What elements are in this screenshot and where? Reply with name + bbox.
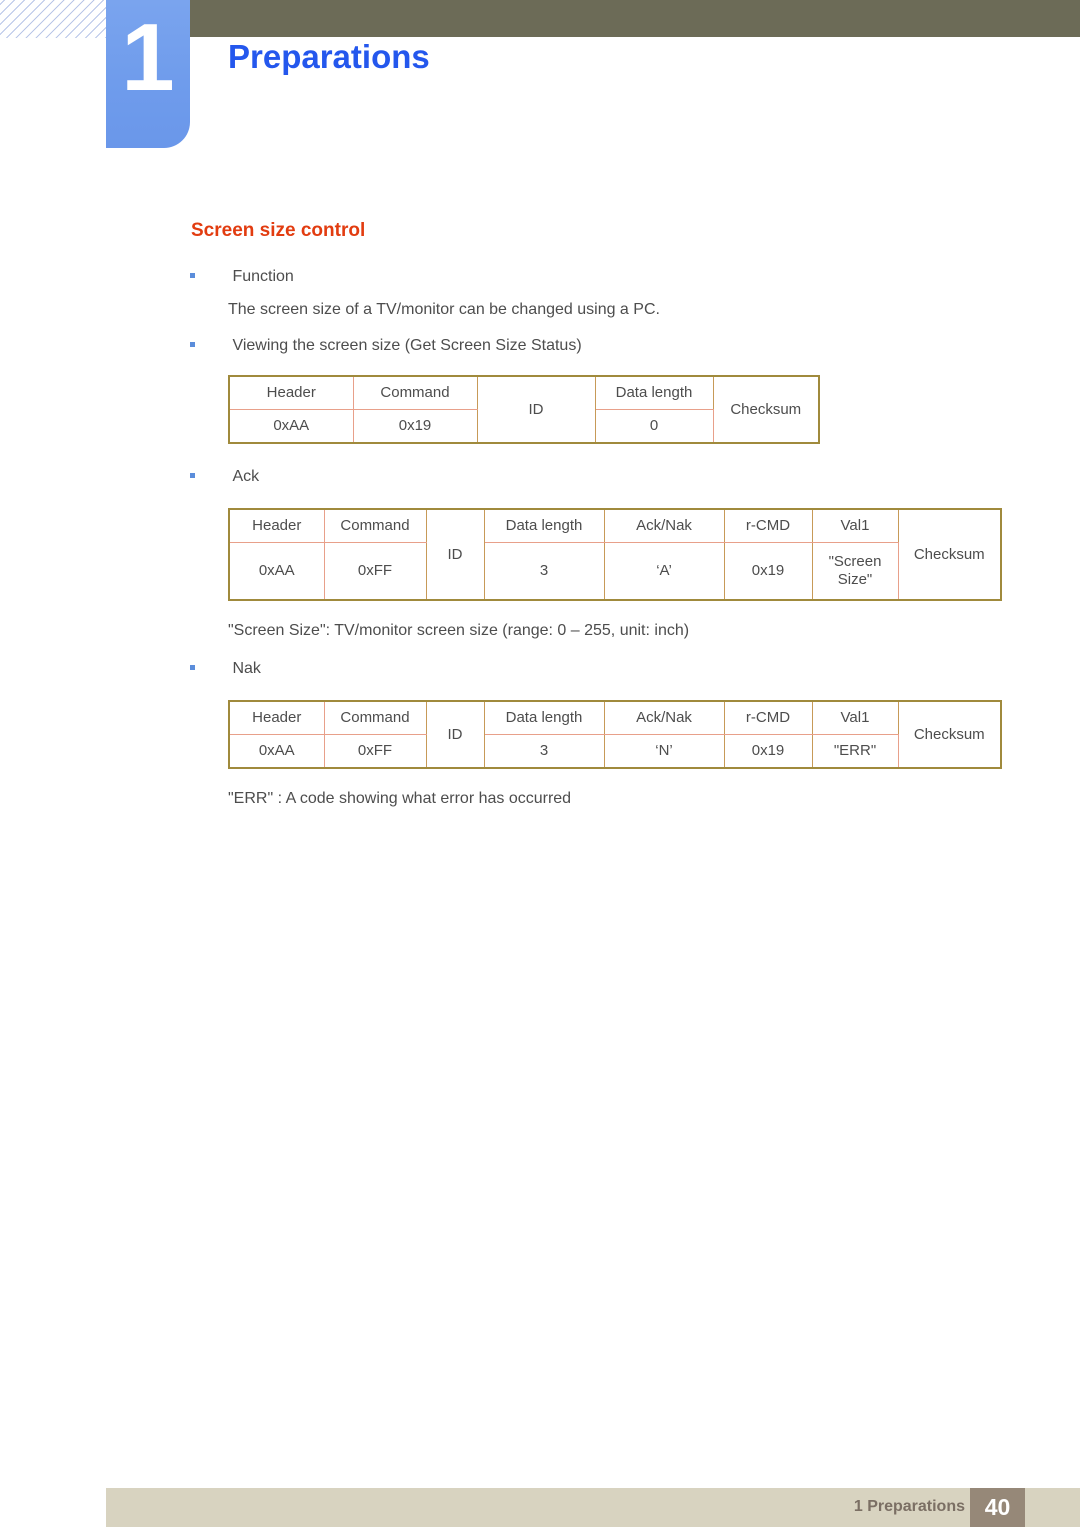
cell-checksum: Checksum xyxy=(897,700,1002,769)
screen-size-note: "Screen Size": TV/monitor screen size (r… xyxy=(228,622,690,639)
bullet-label: Viewing the screen size (Get Screen Size… xyxy=(232,337,582,354)
olive-header-bar xyxy=(190,0,1080,37)
bullet-label: Function xyxy=(232,268,294,285)
cell-value-val1: "Screen Size" xyxy=(811,542,899,601)
table-row: Header Command ID Data length Checksum xyxy=(228,375,820,444)
page-header: 1 Preparations xyxy=(0,0,1080,160)
cell-value-header: 0xAA xyxy=(228,734,325,769)
footer-page-number: 40 xyxy=(970,1488,1025,1527)
cell-value-data-length: 3 xyxy=(483,542,605,601)
bullet-dot-icon xyxy=(190,473,195,478)
cell-id: ID xyxy=(476,375,596,444)
bullet-dot-icon xyxy=(190,665,195,670)
err-note: "ERR" : A code showing what error has oc… xyxy=(228,790,572,807)
bullet-dot-icon xyxy=(190,342,195,347)
bullet-dot-icon xyxy=(190,273,195,278)
cell-header-header: Header xyxy=(228,508,325,543)
section-heading: Screen size control xyxy=(191,220,366,241)
cell-value-ack-nak: ‘A’ xyxy=(603,542,725,601)
cell-value-data-length: 0 xyxy=(594,409,714,444)
cell-header-ack-nak: Ack/Nak xyxy=(603,508,725,543)
cell-value-header: 0xAA xyxy=(228,409,354,444)
hatch-decoration xyxy=(0,0,106,38)
cell-header-data-length: Data length xyxy=(594,375,714,410)
cell-value-command: 0xFF xyxy=(323,734,427,769)
function-description: The screen size of a TV/monitor can be c… xyxy=(228,301,660,318)
cell-value-ack-nak: ‘N’ xyxy=(603,734,725,769)
cell-header-command: Command xyxy=(323,508,427,543)
cell-checksum: Checksum xyxy=(712,375,820,444)
cell-header-command: Command xyxy=(323,700,427,735)
cell-value-data-length: 3 xyxy=(483,734,605,769)
cell-value-r-cmd: 0x19 xyxy=(723,542,813,601)
table-row: 0xAA 0xFF 3 ‘A’ 0x19 "Screen Size" xyxy=(228,542,1001,601)
table-row: 0xAA 0xFF 3 ‘N’ 0x19 "ERR" xyxy=(228,734,1001,769)
page-footer: 1 Preparations 40 xyxy=(106,1488,1080,1527)
cell-header-command: Command xyxy=(352,375,478,410)
table-nak: Header Command ID Data length Ack/Nak r-… xyxy=(228,700,1002,769)
bullet-item-viewing: Viewing the screen size (Get Screen Size… xyxy=(190,337,582,355)
cell-header-val1: Val1 xyxy=(811,700,899,735)
cell-header-ack-nak: Ack/Nak xyxy=(603,700,725,735)
table-row: Header Command ID Data length Ack/Nak r-… xyxy=(228,508,1002,601)
cell-id: ID xyxy=(425,508,485,601)
cell-header-data-length: Data length xyxy=(483,700,605,735)
cell-checksum: Checksum xyxy=(897,508,1002,601)
cell-id: ID xyxy=(425,700,485,769)
bullet-label: Nak xyxy=(232,660,261,677)
bullet-item-ack: Ack xyxy=(190,468,259,486)
cell-header-val1: Val1 xyxy=(811,508,899,543)
footer-chapter-label: 1 Preparations xyxy=(853,1498,965,1515)
page-title: Preparations xyxy=(228,38,430,75)
table-row: Header Command ID Data length Ack/Nak r-… xyxy=(228,700,1002,769)
cell-header-header: Header xyxy=(228,700,325,735)
cell-value-r-cmd: 0x19 xyxy=(723,734,813,769)
chapter-tab: 1 xyxy=(106,0,190,148)
cell-header-data-length: Data length xyxy=(483,508,605,543)
cell-value-command: 0x19 xyxy=(352,409,478,444)
table-get-screen-size-status: Header Command ID Data length Checksum 0… xyxy=(228,375,820,444)
cell-value-command: 0xFF xyxy=(323,542,427,601)
cell-header-header: Header xyxy=(228,375,354,410)
bullet-item-function: Function xyxy=(190,268,294,286)
bullet-label: Ack xyxy=(232,468,260,485)
chapter-number: 1 xyxy=(121,4,175,111)
cell-header-r-cmd: r-CMD xyxy=(723,508,813,543)
table-ack: Header Command ID Data length Ack/Nak r-… xyxy=(228,508,1002,601)
cell-value-header: 0xAA xyxy=(228,542,325,601)
cell-value-val1: "ERR" xyxy=(811,734,899,769)
cell-header-r-cmd: r-CMD xyxy=(723,700,813,735)
bullet-item-nak: Nak xyxy=(190,660,261,678)
